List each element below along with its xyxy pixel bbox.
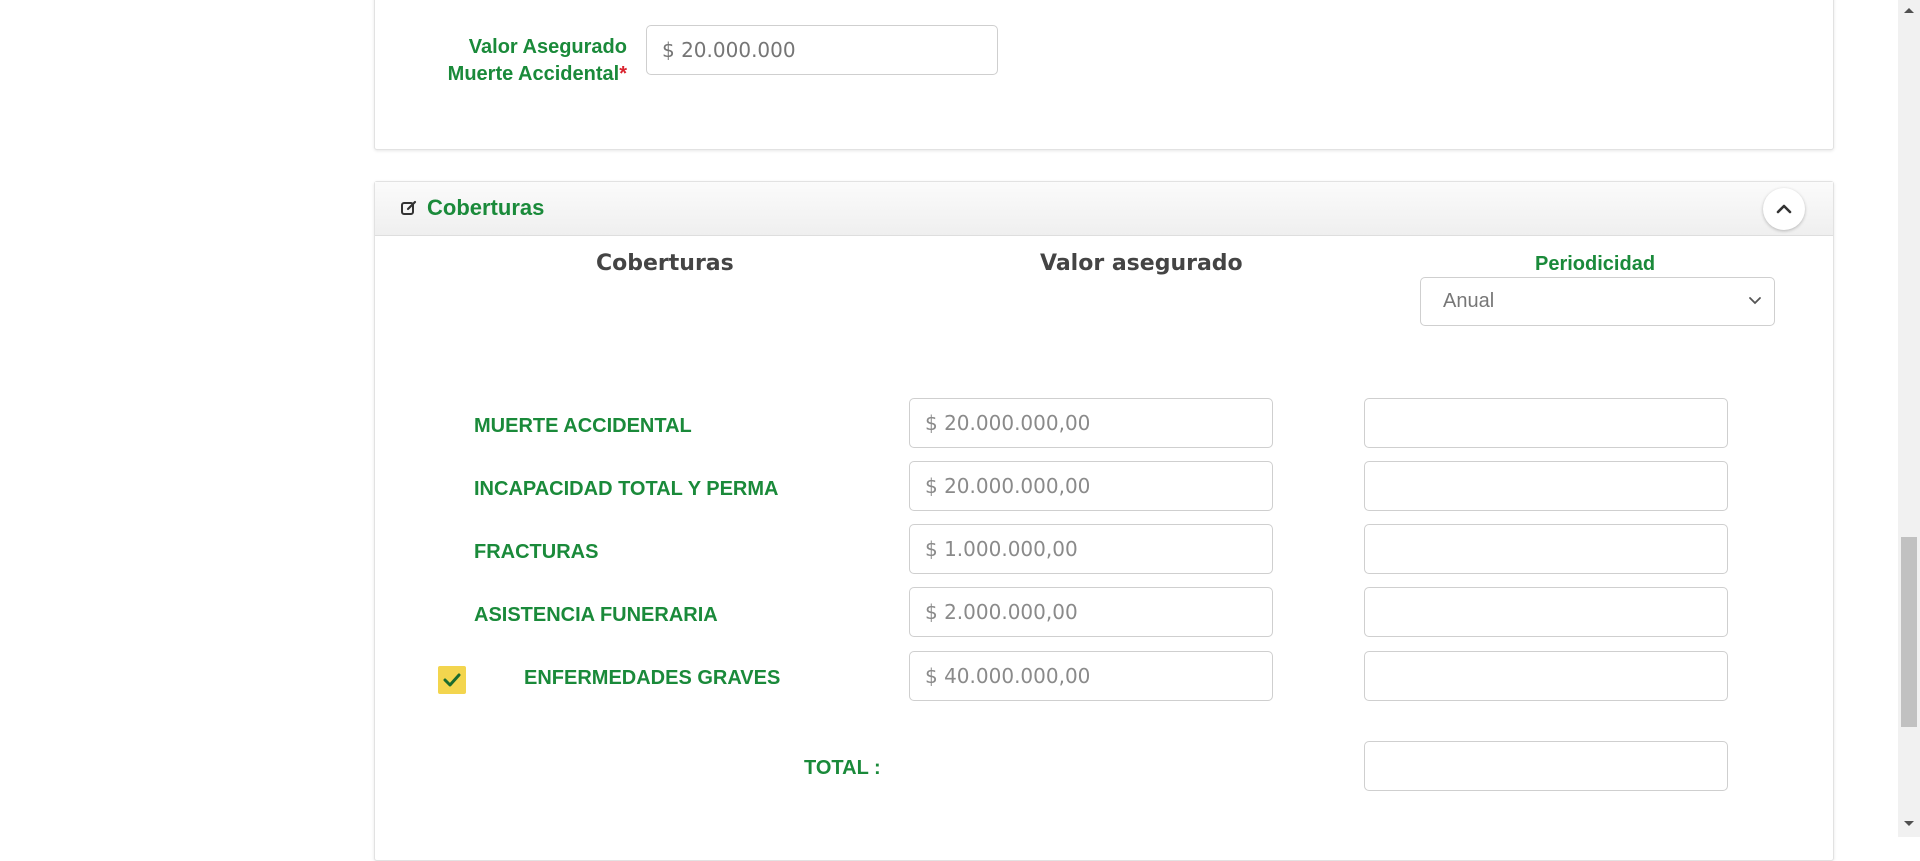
coverage-premium-asistencia-funeraria[interactable] (1364, 587, 1728, 637)
checkmark-icon (443, 673, 461, 687)
coverage-premium-muerte-accidental[interactable] (1364, 398, 1728, 448)
coverage-panel-header: Coberturas (375, 182, 1833, 236)
periodicidad-label: Periodicidad (1535, 253, 1656, 275)
scrollbar-thumb[interactable] (1901, 537, 1917, 727)
coverage-premium-enfermedades-graves[interactable] (1364, 651, 1728, 701)
coverage-value-fracturas[interactable]: $ 1.000.000,00 (909, 524, 1273, 574)
insured-value-label-line2: Muerte Accidental (447, 63, 620, 85)
chevron-down-icon (1749, 297, 1761, 305)
coverage-value-asistencia-funeraria[interactable]: $ 2.000.000,00 (909, 587, 1273, 637)
coverage-value-enfermedades-graves[interactable]: $ 40.000.000,00 (909, 651, 1273, 701)
insured-value-label: Valor Asegurado Muerte Accidental* (448, 34, 627, 88)
page-scrollbar[interactable] (1898, 0, 1920, 837)
coverage-premium-fracturas[interactable] (1364, 524, 1728, 574)
coverage-label-asistencia-funeraria: ASISTENCIA FUNERARIA (474, 604, 718, 626)
coverage-label-muerte-accidental: MUERTE ACCIDENTAL (474, 415, 692, 437)
coverage-label-incapacidad: INCAPACIDAD TOTAL Y PERMA (474, 478, 779, 500)
total-value-field[interactable] (1364, 741, 1728, 791)
total-label: TOTAL : (804, 757, 881, 779)
periodicidad-selected-value: Anual (1443, 290, 1495, 312)
chevron-up-icon (1776, 204, 1792, 214)
scroll-up-arrow-icon[interactable] (1903, 6, 1915, 14)
collapse-button[interactable] (1763, 188, 1805, 230)
insured-value-input[interactable] (646, 25, 998, 75)
scroll-down-arrow-icon[interactable] (1903, 820, 1915, 828)
insured-value-label-line1: Valor Asegurado (468, 36, 627, 58)
periodicidad-select[interactable]: Anual (1420, 277, 1775, 326)
required-mark: * (619, 63, 627, 85)
coverage-premium-incapacidad[interactable] (1364, 461, 1728, 511)
edit-icon (401, 200, 417, 215)
coverage-value-incapacidad[interactable]: $ 20.000.000,00 (909, 461, 1273, 511)
column-header-coberturas: Coberturas (596, 251, 734, 276)
column-header-valor-asegurado: Valor asegurado (1040, 251, 1243, 276)
enfermedades-graves-checkbox[interactable] (438, 666, 466, 694)
coverage-value-muerte-accidental[interactable]: $ 20.000.000,00 (909, 398, 1273, 448)
coverage-label-fracturas: FRACTURAS (474, 541, 599, 563)
coverage-panel-title: Coberturas (427, 195, 545, 220)
coverage-label-enfermedades-graves: ENFERMEDADES GRAVES (524, 667, 781, 689)
